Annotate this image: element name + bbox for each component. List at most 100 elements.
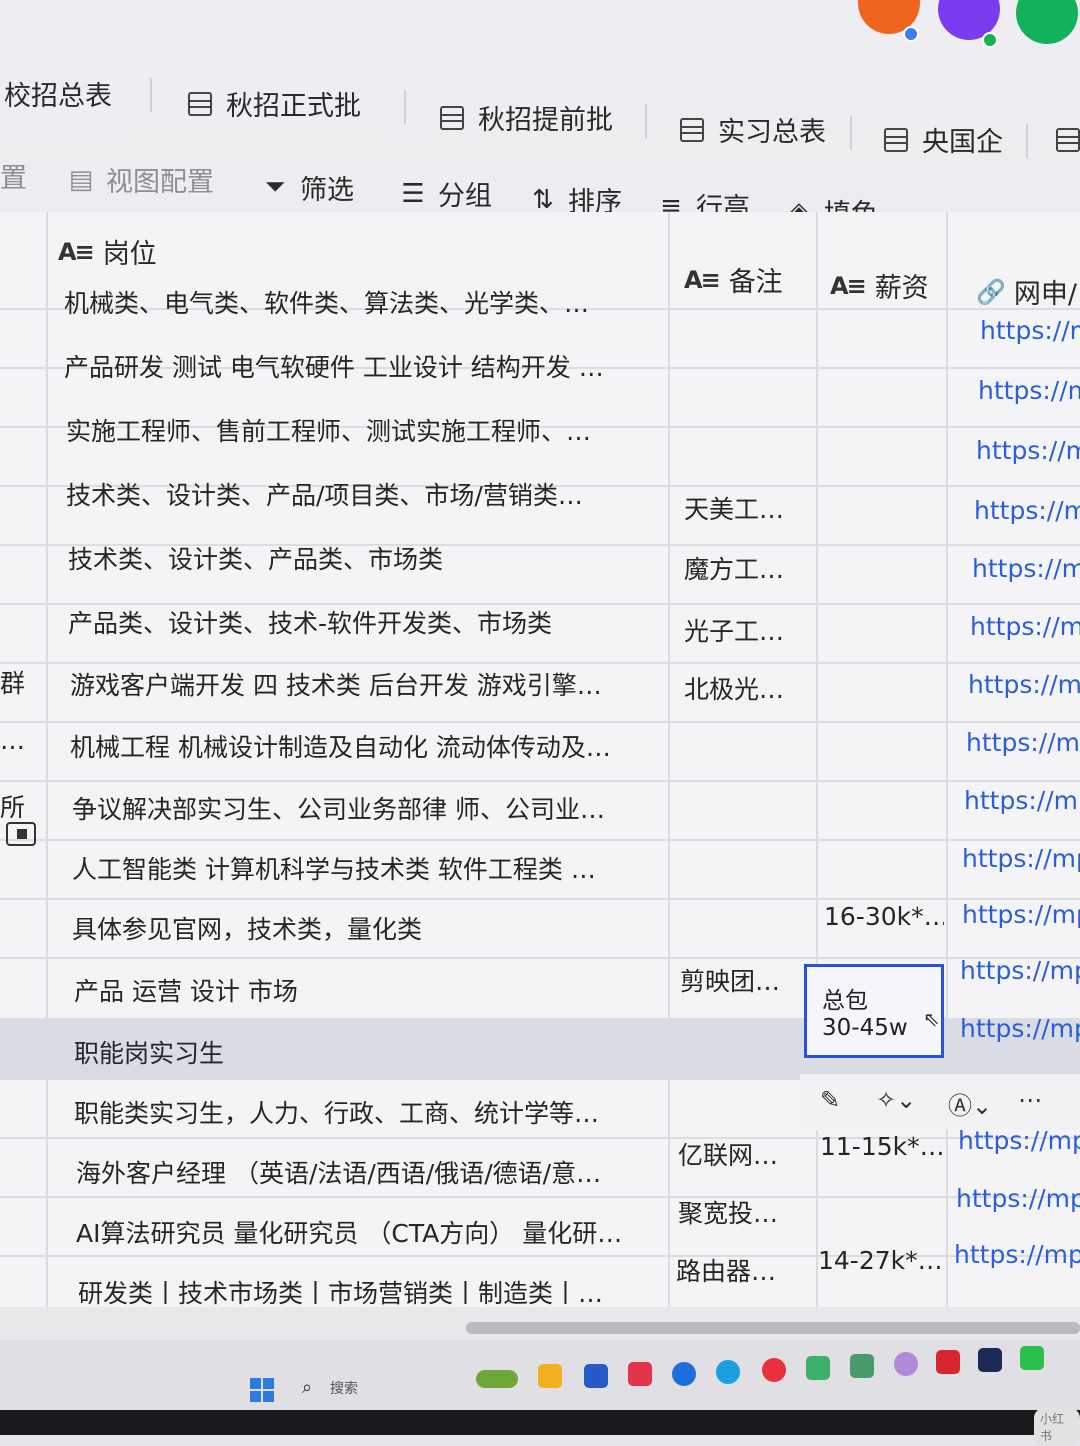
column-divider: [816, 212, 818, 1307]
tab-label: 秋招提前批: [478, 105, 613, 136]
taskbar-search-label[interactable]: 搜索: [330, 1378, 358, 1398]
view-config-button[interactable]: ▤ 视图配置: [66, 160, 214, 199]
tab-campus-summary[interactable]: 校招总表: [4, 74, 112, 113]
table-cell-link[interactable]: https://mp: [968, 670, 1080, 699]
expand-row-icon[interactable]: [6, 822, 36, 846]
tab-intern-summary[interactable]: 实习总表: [680, 110, 826, 149]
tab-autumn-official[interactable]: 秋招正式批: [188, 84, 361, 123]
table-cell-position[interactable]: 人工智能类 计算机科学与技术类 软件工程类 …: [72, 850, 666, 886]
app-green-icon[interactable]: [806, 1356, 830, 1380]
table-cell-position[interactable]: 产品 运营 设计 市场: [74, 972, 666, 1008]
table-cell-link[interactable]: https://mp: [962, 844, 1080, 873]
table-cell-position[interactable]: 海外客户经理 （英语/法语/西语/俄语/德语/意…: [76, 1154, 666, 1190]
app-blue-icon[interactable]: [672, 1362, 696, 1386]
table-cell-position[interactable]: AI算法研究员 量化研究员 （CTA方向） 量化研…: [76, 1214, 666, 1250]
column-header-link[interactable]: 🔗 网申/: [976, 272, 1077, 311]
mouse-cursor-icon: ⇖: [923, 1007, 940, 1031]
tab-label: 实习总表: [718, 117, 826, 148]
search-icon[interactable]: ⌕: [302, 1377, 312, 1398]
app-red-icon[interactable]: [628, 1362, 652, 1386]
app-red-circle-icon[interactable]: [762, 1358, 786, 1382]
table-cell-link[interactable]: https://m: [978, 376, 1080, 405]
table-cell-position[interactable]: 技术类、设计类、产品/项目类、市场/营销类…: [66, 476, 666, 512]
table-cell-salary[interactable]: 14-27k*…: [818, 1246, 944, 1275]
table-cell-position[interactable]: 技术类、设计类、产品类、市场类: [68, 540, 668, 576]
table-cell-note[interactable]: 剪映团…: [680, 962, 814, 998]
table-cell-note[interactable]: 光子工…: [684, 612, 814, 648]
text-field-icon: A≡: [830, 271, 867, 300]
column-divider: [946, 212, 948, 1307]
table-cell-link[interactable]: https://mp.: [962, 900, 1080, 929]
row-divider: [0, 662, 1080, 664]
app-navy-icon[interactable]: [978, 1348, 1002, 1372]
table-cell-position[interactable]: 研发类丨技术市场类丨市场营销类丨制造类丨…: [78, 1274, 666, 1310]
horizontal-scrollbar[interactable]: [466, 1322, 1080, 1334]
app-teal-icon[interactable]: [850, 1354, 874, 1378]
table-cell-link[interactable]: https://m: [980, 316, 1080, 345]
table-cell-position[interactable]: 游戏客户端开发 四 技术类 后台开发 游戏引擎…: [70, 666, 666, 702]
table-cell-note[interactable]: 聚宽投…: [678, 1194, 812, 1230]
column-divider: [668, 212, 670, 1307]
table-cell-link[interactable]: https://mp.: [960, 1014, 1080, 1043]
group-button[interactable]: ☰ 分组: [398, 174, 492, 213]
filter-button[interactable]: ⏷ 筛选: [260, 168, 354, 207]
table-cell-salary[interactable]: 11-15k*…: [820, 1132, 944, 1161]
table-cell-position[interactable]: 产品类、设计类、技术-软件开发类、市场类: [68, 604, 668, 640]
link-icon: 🔗: [976, 277, 1006, 306]
edge-browser-icon[interactable]: [716, 1360, 740, 1384]
selected-salary-cell[interactable]: 总包 30-45w ⇖: [804, 964, 944, 1058]
ai-sparkle-icon[interactable]: ✧⌄: [876, 1086, 916, 1114]
column-header-salary[interactable]: A≡ 薪资: [830, 266, 929, 305]
widget-icon[interactable]: [476, 1370, 518, 1388]
table-cell-position[interactable]: 机械工程 机械设计制造及自动化 流动体传动及…: [70, 728, 666, 764]
table-cell-position[interactable]: 具体参见官网，技术类，量化类: [72, 910, 666, 946]
table-cell-note[interactable]: 北极光…: [684, 670, 814, 706]
table-cell-link[interactable]: https://m: [976, 436, 1080, 465]
row-divider: [0, 957, 1080, 959]
table-cell-position[interactable]: 机械类、电气类、软件类、算法类、光学类、…: [64, 284, 664, 320]
windows-start-icon[interactable]: [250, 1378, 274, 1402]
table-cell-position[interactable]: 实施工程师、售前工程师、测试实施工程师、…: [66, 412, 666, 448]
view-toolbar: 置 ▤ 视图配置 ⏷ 筛选 ☰ 分组 ⇅ 排序 ≡ 行高 ◈ 填色: [0, 150, 1080, 230]
table-cell-position[interactable]: 职能类实习生，人力、行政、工商、统计学等…: [74, 1094, 666, 1130]
wechat-icon[interactable]: [1020, 1346, 1044, 1370]
sort-icon: ⇅: [532, 184, 554, 215]
table-cell-note[interactable]: 路由器…: [676, 1252, 812, 1288]
store-icon[interactable]: [584, 1364, 608, 1388]
tab-autumn-early[interactable]: 秋招提前批: [440, 98, 613, 137]
table-icon: [884, 127, 908, 152]
column-header-position[interactable]: A≡ 岗位: [58, 232, 157, 271]
file-explorer-icon[interactable]: [538, 1364, 562, 1388]
table-icon: [680, 117, 704, 142]
green-avatar-icon[interactable]: [1016, 0, 1078, 44]
tab-divider: [850, 116, 852, 150]
app-purple-icon[interactable]: [894, 1352, 918, 1376]
table-cell-position[interactable]: 争议解决部实习生、公司业务部律 师、公司业…: [72, 790, 666, 826]
table-cell-salary[interactable]: 16-30k*…: [824, 902, 944, 931]
table-cell-link[interactable]: https://mp.: [960, 956, 1080, 985]
ai-assistant-icon[interactable]: Ⓐ⌄: [948, 1086, 992, 1121]
table-cell-link[interactable]: https://mp.: [958, 1126, 1080, 1155]
table-cell-link[interactable]: https://mp.w: [954, 1240, 1080, 1269]
more-icon[interactable]: ⋯: [1018, 1086, 1042, 1114]
tab-more[interactable]: [1056, 128, 1080, 152]
row-divider: [0, 1196, 1080, 1198]
table-cell-link[interactable]: https://m: [974, 496, 1080, 525]
table-cell-link[interactable]: https://mp.: [956, 1184, 1080, 1213]
table-cell-position[interactable]: 产品研发 测试 电气软硬件 工业设计 结构开发 …: [64, 348, 664, 384]
table-cell-note[interactable]: 亿联网…: [678, 1136, 812, 1172]
column-header-note[interactable]: A≡ 备注: [684, 260, 783, 299]
table-cell-link[interactable]: https://mp: [970, 612, 1080, 641]
wps-office-icon[interactable]: [936, 1350, 960, 1374]
table-cell-link[interactable]: https://mp: [972, 554, 1080, 583]
table-cell-note[interactable]: 天美工…: [684, 490, 814, 526]
edit-icon[interactable]: ✎: [820, 1086, 840, 1114]
view-config-icon: ▤: [68, 164, 94, 195]
row-divider: [0, 780, 1080, 782]
selected-cell-line: 30-45w: [822, 1015, 908, 1041]
tab-label: 校招总表: [4, 81, 112, 112]
table-cell-link[interactable]: https://mp: [966, 728, 1080, 757]
table-cell-link[interactable]: https://mp: [964, 786, 1080, 815]
table-cell-note[interactable]: 魔方工…: [684, 550, 814, 586]
table-cell-position[interactable]: 职能岗实习生: [74, 1034, 666, 1070]
